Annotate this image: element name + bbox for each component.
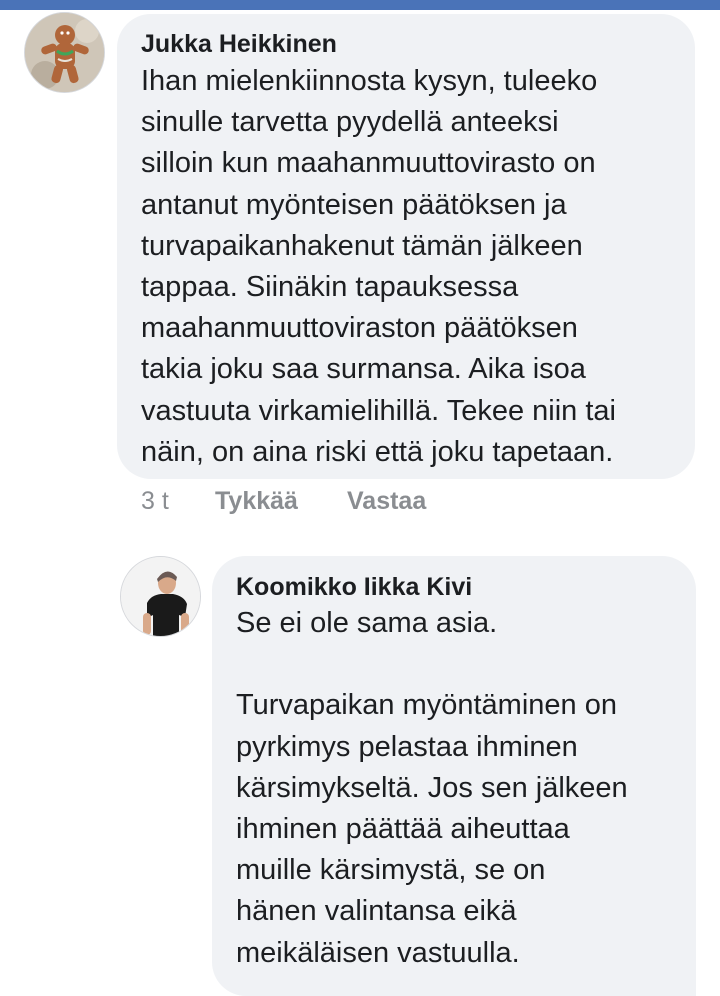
- comment-1-actions: 3 t Tykkää Vastaa: [141, 487, 541, 517]
- comment-1-timestamp[interactable]: 3 t: [141, 487, 169, 516]
- comment-1-avatar[interactable]: [24, 12, 105, 93]
- comment-2-bubble: Koomikko Iikka Kivi Se ei ole sama asia.…: [212, 556, 696, 996]
- comment-1-bubble: Jukka Heikkinen Ihan mielenkiinnosta kys…: [117, 14, 695, 479]
- person-photo-avatar-icon: [121, 557, 200, 636]
- comment-1-author[interactable]: Jukka Heikkinen: [141, 29, 671, 59]
- reply-button[interactable]: Vastaa: [347, 487, 426, 516]
- gingerbread-figure-avatar-icon: [25, 13, 104, 92]
- like-button[interactable]: Tykkää: [215, 487, 298, 516]
- top-navigation-strip: [0, 0, 720, 10]
- comment-1-text: Ihan mielenkiinnosta kysyn, tuleeko sinu…: [141, 65, 616, 468]
- comment-2-text: Se ei ole sama asia. Turvapaikan myöntäm…: [236, 607, 628, 969]
- comment-2-author[interactable]: Koomikko Iikka Kivi: [236, 572, 672, 602]
- comment-2-avatar[interactable]: [120, 556, 201, 637]
